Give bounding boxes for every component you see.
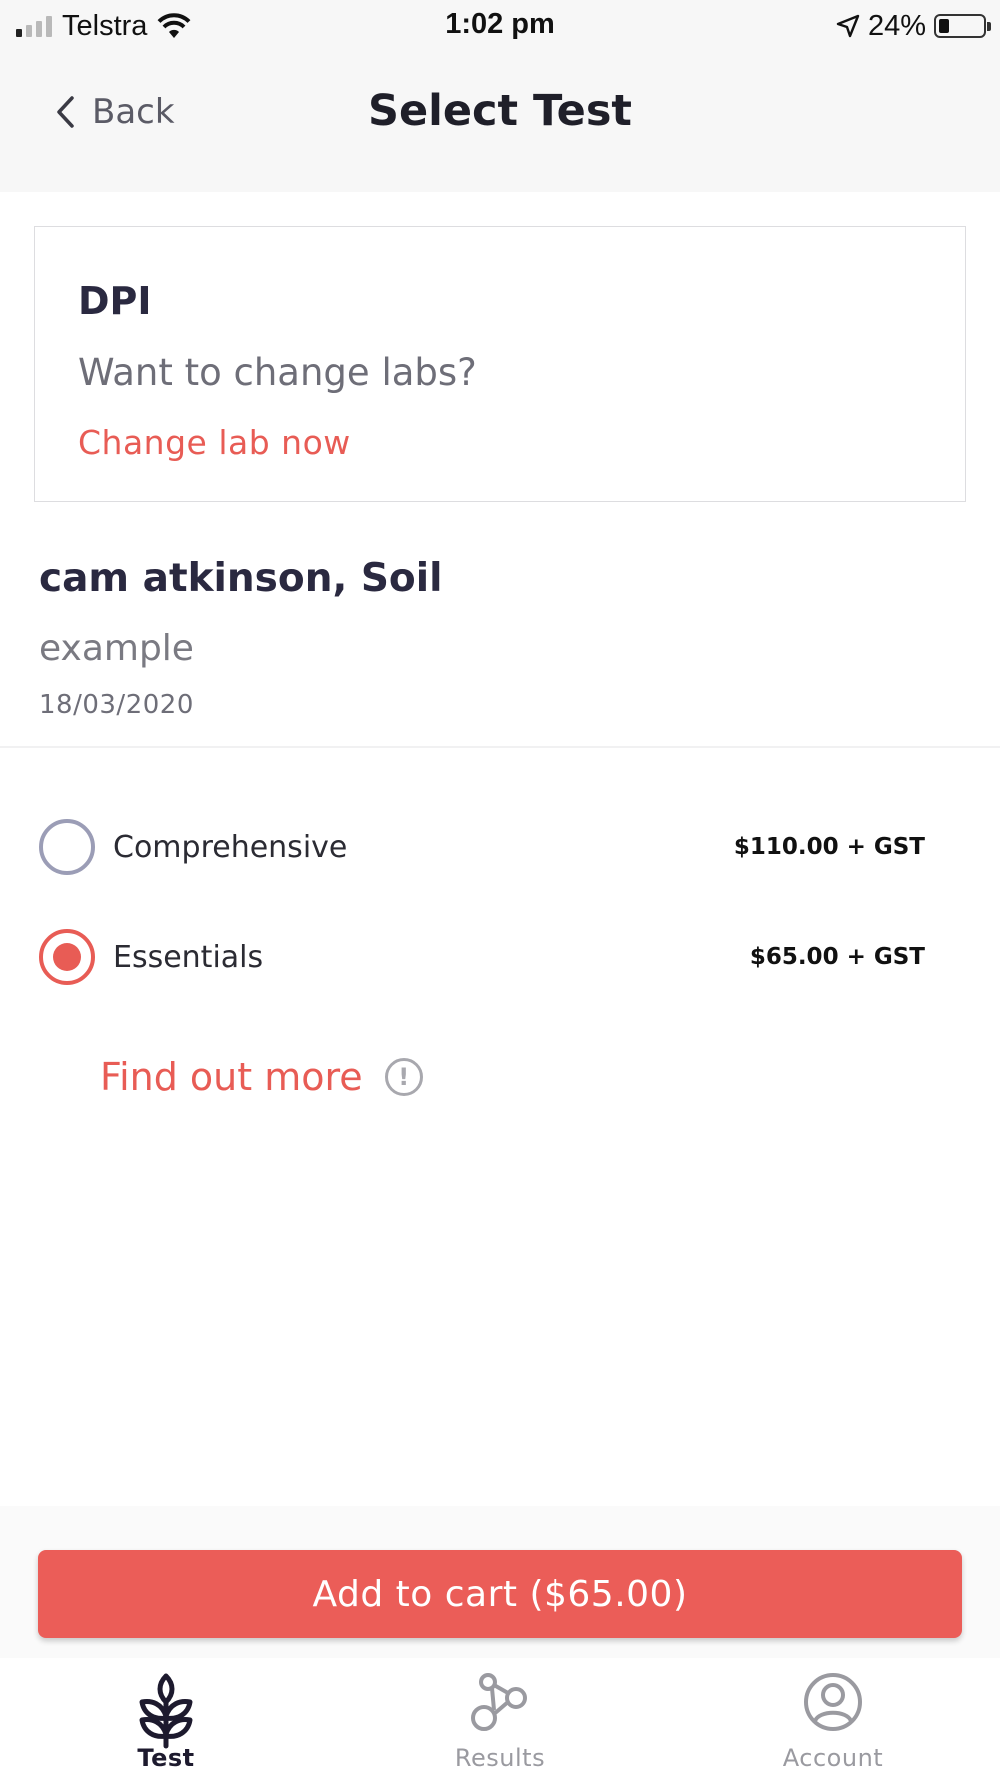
info-circle-icon[interactable]: ! — [384, 1058, 423, 1096]
option-price: $110.00 + GST — [733, 834, 925, 860]
page-title: Select Test — [368, 86, 632, 136]
tab-label: Test — [137, 1744, 195, 1772]
section-divider — [0, 746, 1000, 748]
molecule-icon — [471, 1673, 527, 1731]
option-comprehensive[interactable]: Comprehensive $110.00 + GST — [39, 817, 939, 877]
change-lab-link[interactable]: Change lab now — [78, 423, 351, 462]
battery-icon — [934, 14, 991, 38]
tab-bar: Test Results Account — [0, 1658, 1000, 1778]
option-essentials[interactable]: Essentials $65.00 + GST — [39, 927, 939, 987]
wheat-icon — [139, 1673, 193, 1749]
tab-label: Results — [454, 1744, 546, 1772]
location-arrow-icon — [836, 14, 860, 38]
navigation-bar: Back Select Test — [0, 52, 1000, 192]
sample-info: cam atkinson, Soil example 18/03/2020 — [39, 556, 443, 720]
battery-percent: 24% — [867, 9, 926, 42]
find-out-more-label: Find out more — [100, 1055, 363, 1099]
lab-card: DPI Want to change labs? Change lab now — [34, 226, 966, 502]
find-out-more-link[interactable]: Find out more ! — [100, 1055, 423, 1099]
option-label: Essentials — [113, 939, 264, 975]
option-price: $65.00 + GST — [749, 944, 925, 970]
add-to-cart-button[interactable]: Add to cart ($65.00) — [38, 1550, 962, 1638]
lab-name: DPI — [78, 279, 152, 323]
change-lab-question: Want to change labs? — [78, 351, 477, 394]
bottom-panel: Add to cart ($65.00) Test Results Accoun… — [0, 1506, 1000, 1778]
tab-label: Account — [782, 1744, 884, 1772]
sample-title: cam atkinson, Soil — [39, 556, 443, 601]
radio-unselected[interactable] — [39, 819, 95, 875]
option-label: Comprehensive — [113, 829, 348, 865]
right-status-group: 24% — [836, 8, 991, 44]
status-bar: Telstra 1:02 pm 24% — [0, 0, 1000, 52]
radio-selected[interactable] — [39, 929, 95, 985]
sample-subtitle: example — [39, 628, 194, 669]
tab-test[interactable]: Test — [66, 1658, 266, 1778]
user-circle-icon — [804, 1673, 862, 1731]
sample-date: 18/03/2020 — [39, 690, 194, 720]
tab-results[interactable]: Results — [400, 1658, 600, 1778]
tab-account[interactable]: Account — [733, 1658, 933, 1778]
